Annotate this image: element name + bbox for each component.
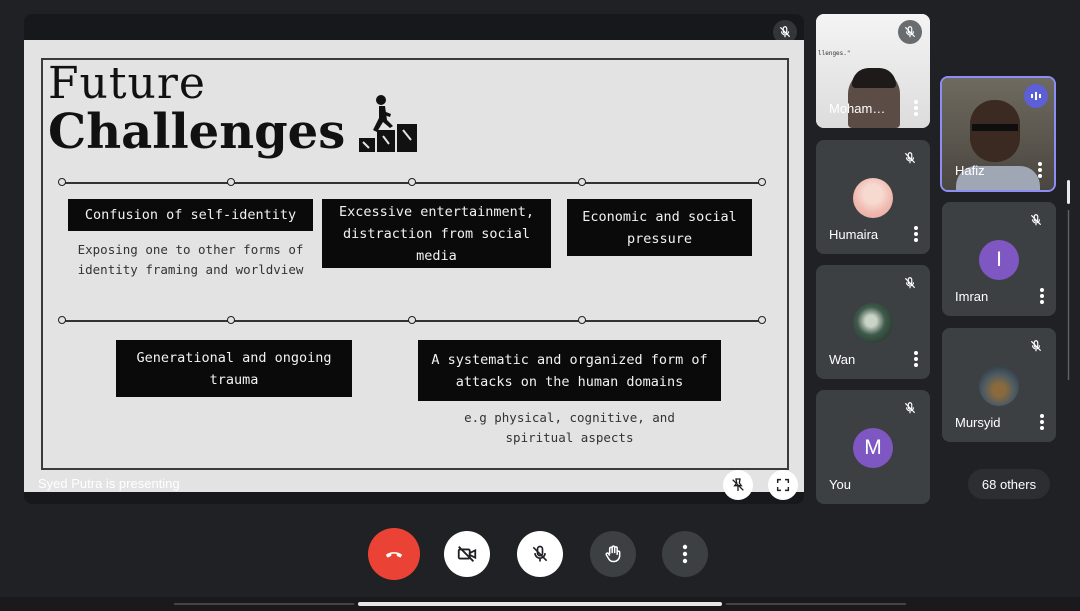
home-indicator-left (174, 603, 354, 605)
challenge-box-3: Economic and social pressure (567, 199, 752, 256)
participant-mute-badge (898, 271, 922, 295)
timeline-dot (227, 316, 235, 324)
others-count-button[interactable]: 68 others (968, 469, 1050, 499)
participant-tile-self[interactable]: M You (816, 390, 930, 504)
timeline-dot (758, 178, 766, 186)
participant-tile[interactable]: I Imran (942, 202, 1056, 316)
mic-off-icon (904, 26, 916, 38)
mic-off-icon (904, 152, 916, 164)
camera-toggle-button[interactable] (444, 531, 490, 577)
participant-mute-badge (1024, 334, 1048, 358)
more-options-icon[interactable] (914, 350, 918, 368)
participant-name: Hafiz (955, 163, 985, 178)
participant-name: Mursyid (955, 415, 1001, 430)
fullscreen-icon (776, 478, 790, 492)
participant-mute-badge (898, 396, 922, 420)
slide-title-line1: Future (48, 58, 206, 109)
more-options-icon (682, 544, 688, 564)
timeline-dot (578, 178, 586, 186)
avatar: I (979, 240, 1019, 280)
challenge-desc-1: Exposing one to other forms of identity … (77, 242, 304, 277)
participant-name: Humaira (829, 227, 879, 242)
participant-mute-badge (1024, 208, 1048, 232)
timeline-dot (58, 178, 66, 186)
mic-toggle-button[interactable] (517, 531, 563, 577)
more-options-icon[interactable] (1040, 413, 1044, 431)
presentation-stage[interactable]: Future Challenges Confusion of self-iden… (24, 14, 804, 504)
camera-off-icon (457, 546, 477, 562)
timeline-dot (758, 316, 766, 324)
participant-name: Imran (955, 289, 989, 304)
participant-tile[interactable]: Mursyid (942, 328, 1056, 442)
speaking-indicator (1024, 84, 1048, 108)
more-options-icon[interactable] (914, 225, 918, 243)
timeline-dot (58, 316, 66, 324)
participant-tile[interactable]: Humaira (816, 140, 930, 254)
unpin-icon (732, 478, 744, 491)
slide: Future Challenges Confusion of self-iden… (24, 40, 804, 492)
participant-tile[interactable]: Wan (816, 265, 930, 379)
more-options-icon[interactable] (1040, 287, 1044, 305)
more-options-button[interactable] (662, 531, 708, 577)
participant-tile[interactable]: Hafiz (940, 76, 1056, 192)
slide-title-line2: Challenges (48, 104, 346, 160)
avatar (853, 178, 893, 218)
raise-hand-button[interactable] (590, 531, 636, 577)
challenge-box-4: Generational and ongoing trauma (116, 340, 352, 397)
end-call-button[interactable] (368, 528, 420, 580)
participant-name: You (829, 477, 851, 492)
home-indicator-right (726, 603, 906, 605)
mic-off-icon (904, 277, 916, 289)
timeline-dot (227, 178, 235, 186)
raise-hand-icon (605, 545, 621, 563)
unpin-button[interactable] (723, 470, 753, 500)
tile-scrollbar[interactable] (1067, 180, 1070, 380)
participant-mute-badge (898, 146, 922, 170)
more-options-icon[interactable] (1038, 161, 1042, 179)
home-indicator[interactable] (358, 602, 722, 606)
end-call-icon (385, 552, 403, 558)
challenge-box-1: Confusion of self-identity (68, 199, 313, 231)
mic-off-icon (1030, 214, 1042, 226)
avatar (979, 366, 1019, 406)
fullscreen-button[interactable] (768, 470, 798, 500)
presenter-label: Syed Putra is presenting (38, 476, 180, 491)
challenge-desc-5: e.g physical, cognitive, and spiritual a… (464, 410, 675, 445)
timeline-dot (408, 178, 416, 186)
mic-off-icon (904, 402, 916, 414)
climbing-stairs-icon (359, 95, 417, 152)
participant-name: Moham… (829, 101, 886, 116)
avatar (853, 303, 893, 343)
participant-tile[interactable]: llenges." Moham… (816, 14, 930, 128)
audio-level-icon (1031, 92, 1041, 100)
timeline-dot (408, 316, 416, 324)
mic-off-icon (532, 545, 548, 562)
mic-off-icon (1030, 340, 1042, 352)
challenge-box-2: Excessive entertainment, distraction fro… (322, 199, 551, 268)
participant-name: Wan (829, 352, 856, 367)
challenge-box-5: A systematic and organized form of attac… (418, 340, 721, 401)
participant-mute-badge (898, 20, 922, 44)
timeline-dot (578, 316, 586, 324)
avatar: M (853, 428, 893, 468)
more-options-icon[interactable] (914, 99, 918, 117)
mic-off-icon (779, 26, 791, 38)
